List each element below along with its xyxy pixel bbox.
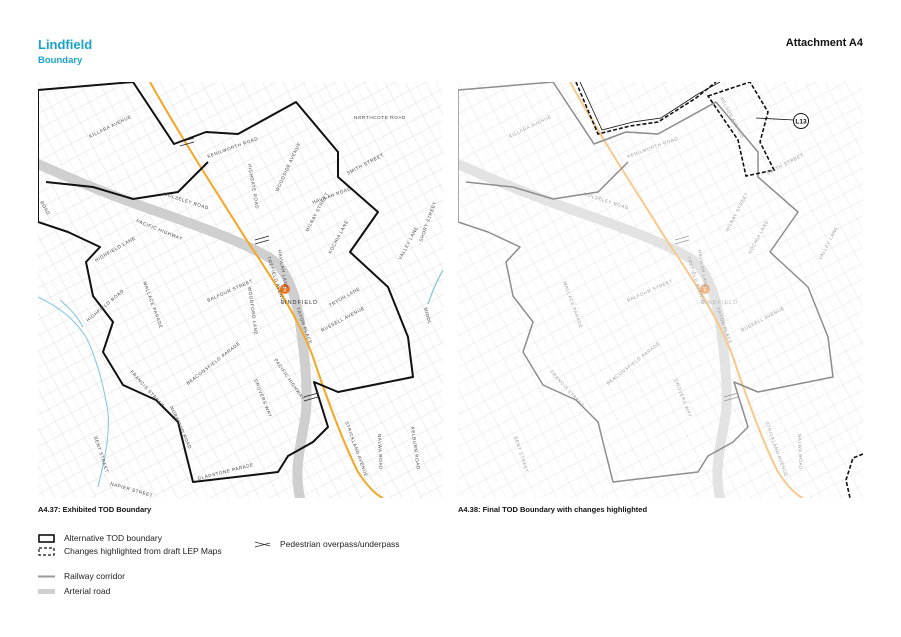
page-subtitle: Boundary [38,55,83,66]
dashed-boundary-swatch-icon [38,547,55,556]
callout-l13-label: L13 [795,119,807,126]
label-lindfield-station: LINDFIELD [281,300,318,306]
legend-item-arterial: Arterial road [38,586,110,596]
legend-item-changes: Changes highlighted from draft LEP Maps [38,546,228,556]
legend-label-pedestrian: Pedestrian overpass/underpass [280,539,400,549]
map-exhibited-boundary[interactable]: T NORTHCOTE ROAD KILLARA AVENUE KENILWOR… [38,82,443,498]
legend-label-changes: Changes highlighted from draft LEP Maps [64,546,222,556]
label-lindfield-station: LINDFIELD [701,300,738,306]
attachment-label: Attachment A4 [785,37,863,49]
boundary-swatch-icon [38,534,55,543]
arterial-swatch-icon [38,589,55,594]
pedestrian-overpass-swatch-icon [254,541,271,548]
caption-exhibited: A4.37: Exhibited TOD Boundary [38,505,152,514]
caption-final: A4.38: Final TOD Boundary with changes h… [458,505,648,514]
map-final-boundary[interactable]: L13 T SMITH STREET WOLSELEY ROAD KENILWO… [458,82,863,498]
legend: Alternative TOD boundary Changes highlig… [38,533,458,603]
label-northcote-road: NORTHCOTE ROAD [354,115,406,120]
railway-swatch-icon [38,575,55,578]
legend-label-alt-boundary: Alternative TOD boundary [64,533,162,543]
legend-item-railway: Railway corridor [38,571,125,581]
page-title: Lindfield [38,37,93,52]
map-right-canvas: L13 T SMITH STREET WOLSELEY ROAD KENILWO… [458,82,863,498]
legend-item-alt-boundary: Alternative TOD boundary [38,533,162,543]
legend-label-arterial: Arterial road [64,586,111,596]
legend-label-railway: Railway corridor [64,571,125,581]
map-left-canvas: T NORTHCOTE ROAD KILLARA AVENUE KENILWOR… [38,82,443,498]
legend-item-pedestrian: Pedestrian overpass/underpass [254,539,400,549]
